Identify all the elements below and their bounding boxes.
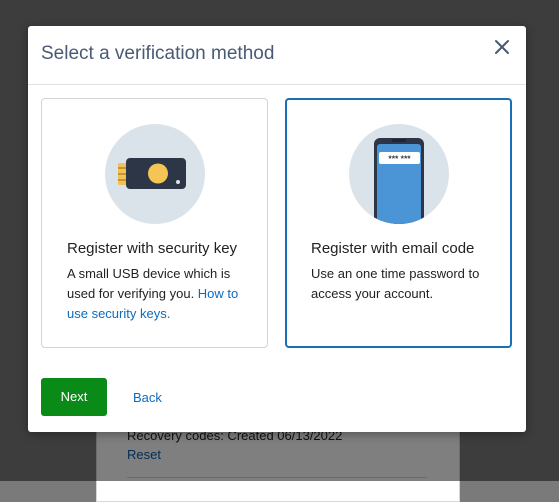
close-icon[interactable] [491, 36, 513, 58]
option-description: Use an one time password to access your … [311, 266, 480, 301]
option-description: A small USB device which is used for ver… [67, 264, 252, 324]
option-security-key[interactable]: Register with security key A small USB d… [41, 98, 268, 348]
option-title: Register with security key [67, 240, 238, 257]
modal-title: Select a verification method [41, 43, 275, 64]
option-title: Register with email code [311, 240, 475, 257]
usb-security-key-icon [105, 124, 205, 224]
back-button[interactable]: Back [133, 390, 162, 405]
mobile-phone-icon: *** *** [349, 124, 449, 224]
verification-method-modal: Select a verification method Register wi… [28, 26, 526, 432]
phone-code-text: *** *** [388, 154, 411, 164]
modal-header: Select a verification method [28, 26, 526, 85]
next-button[interactable]: Next [41, 378, 107, 416]
option-email-code[interactable]: *** *** Register with email code Use an … [285, 98, 512, 348]
